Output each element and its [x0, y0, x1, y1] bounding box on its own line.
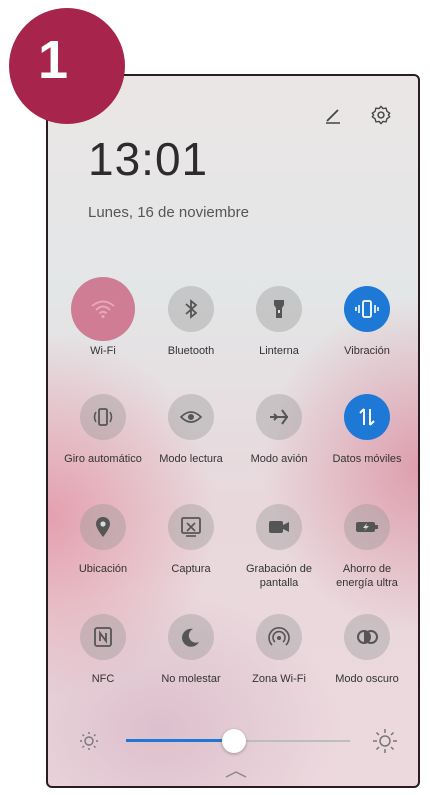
tile-label: Datos móviles	[332, 453, 402, 465]
tile-wifi[interactable]: Wi-Fi	[60, 277, 146, 358]
brightness-low-icon	[78, 730, 100, 757]
step-number-badge: 1	[9, 8, 125, 124]
panel-collapse-handle[interactable]	[225, 766, 247, 778]
flashlight-icon	[256, 286, 302, 332]
airplane-icon	[256, 394, 302, 440]
tile-label: NFC	[91, 673, 115, 685]
eye-icon	[168, 394, 214, 440]
tile-label: Wi-Fi	[90, 345, 116, 357]
screen-record-icon	[256, 504, 302, 550]
tile-hotspot[interactable]: Zona Wi-Fi	[236, 614, 322, 686]
tile-label: Vibración	[344, 345, 390, 357]
dark-mode-icon	[344, 614, 390, 660]
tile-reading-mode[interactable]: Modo lectura	[148, 394, 234, 466]
tile-bluetooth[interactable]: Bluetooth	[148, 286, 234, 358]
location-icon	[80, 504, 126, 550]
tile-label: Modo oscuro	[335, 673, 399, 685]
tile-nfc[interactable]: NFC	[60, 614, 146, 686]
moon-icon	[168, 614, 214, 660]
mobile-data-icon	[344, 394, 390, 440]
tile-label: Modo avión	[250, 453, 308, 465]
tile-label: Modo lectura	[159, 453, 223, 465]
tile-screenshot[interactable]: Captura	[148, 504, 234, 576]
brightness-thumb[interactable]	[221, 729, 246, 753]
tile-label: Captura	[171, 563, 211, 575]
battery-saver-icon	[344, 504, 390, 550]
edit-pencil-icon[interactable]	[322, 104, 344, 126]
nfc-icon	[80, 614, 126, 660]
bluetooth-icon	[168, 286, 214, 332]
tile-dark-mode[interactable]: Modo oscuro	[324, 614, 410, 686]
tile-label: Giro automático	[64, 453, 142, 465]
step-number: 1	[37, 30, 69, 90]
date-label: Lunes, 16 de noviembre	[88, 204, 249, 221]
tile-auto-rotate[interactable]: Giro automático	[60, 394, 146, 466]
tile-do-not-disturb[interactable]: No molestar	[148, 614, 234, 686]
hotspot-icon	[256, 614, 302, 660]
tile-airplane-mode[interactable]: Modo avión	[236, 394, 322, 466]
auto-rotate-icon	[80, 394, 126, 440]
tile-label: Ubicación	[78, 563, 128, 575]
tile-vibration[interactable]: Vibración	[324, 286, 410, 358]
tile-mobile-data[interactable]: Datos móviles	[324, 394, 410, 466]
quick-settings-panel: 13:01 Lunes, 16 de noviembre Wi-Fi Bluet…	[46, 74, 420, 788]
brightness-slider[interactable]	[78, 726, 398, 756]
tile-screen-record[interactable]: Grabación de pantalla	[236, 504, 322, 590]
settings-gear-icon[interactable]	[370, 104, 392, 126]
top-actions	[322, 104, 392, 126]
screenshot-icon	[168, 504, 214, 550]
tile-label: No molestar	[161, 673, 221, 685]
vibration-icon	[344, 286, 390, 332]
tile-label: Zona Wi-Fi	[252, 673, 306, 685]
tile-location[interactable]: Ubicación	[60, 504, 146, 576]
tile-label: Ahorro de energía ultra	[336, 563, 398, 589]
clock-time: 13:01	[88, 133, 209, 185]
tile-label: Bluetooth	[167, 345, 215, 357]
tile-flashlight[interactable]: Linterna	[236, 286, 322, 358]
tile-label: Grabación de pantalla	[245, 563, 313, 589]
tile-battery-saver[interactable]: Ahorro de energía ultra	[324, 504, 410, 590]
brightness-fill	[126, 739, 234, 742]
tile-label: Linterna	[259, 345, 299, 357]
brightness-high-icon	[372, 728, 398, 759]
wifi-icon	[71, 277, 135, 341]
